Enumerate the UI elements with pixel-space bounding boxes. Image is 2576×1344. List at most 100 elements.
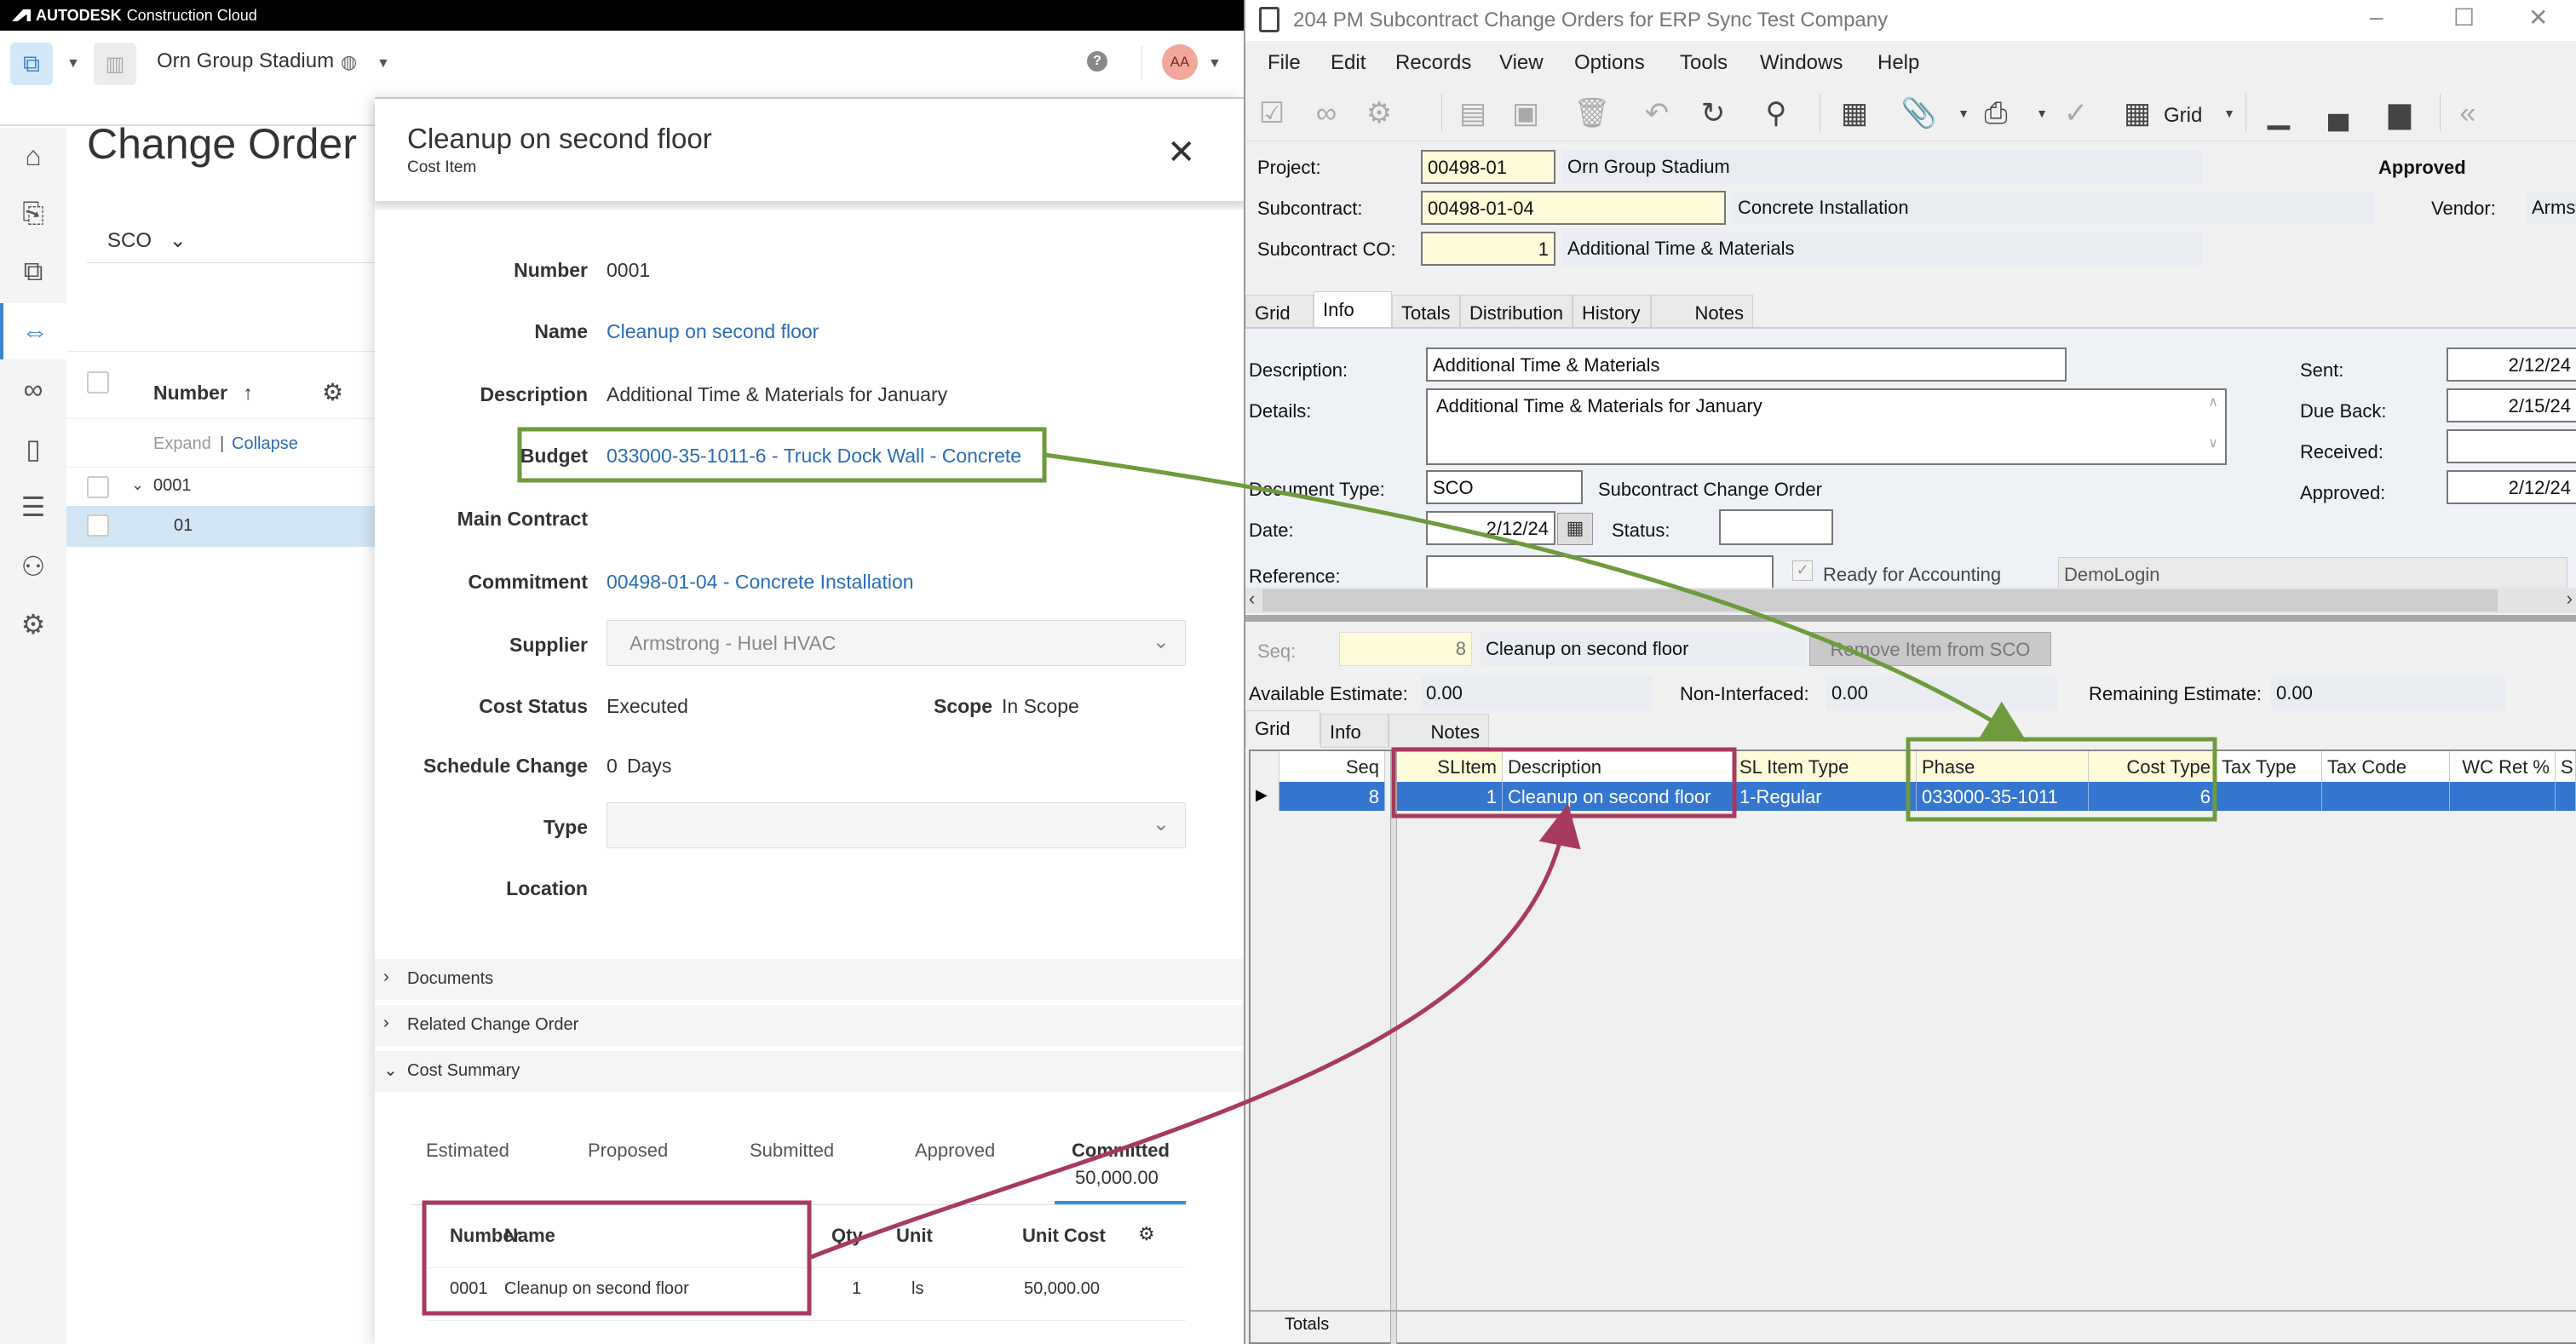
delete-icon[interactable]: 🗑	[1573, 94, 1612, 133]
grid-col-sl-item-type[interactable]: SL Item Type	[1734, 751, 1917, 782]
collapse-link[interactable]: Collapse	[232, 434, 298, 454]
calendar-icon[interactable]: ▦	[1557, 513, 1593, 545]
print-icon[interactable]: ⎙	[1976, 94, 2015, 133]
row-checkbox[interactable]	[87, 514, 109, 537]
settings-icon[interactable]: ⚙	[0, 596, 66, 652]
new-record-icon[interactable]: ▤	[1453, 94, 1492, 133]
change-order-icon[interactable]: ⇔	[0, 303, 66, 359]
column-settings-icon[interactable]: ⚙	[322, 378, 343, 406]
maximize-icon[interactable]: ☐	[2453, 3, 2475, 32]
splitter[interactable]	[1245, 615, 2576, 622]
menu-options[interactable]: Options	[1574, 51, 1645, 75]
grid-cell-cost-type[interactable]: 6	[2089, 782, 2217, 811]
grid-cell-slitem[interactable]: 1	[1397, 782, 1503, 811]
expand-link[interactable]: Expand	[153, 434, 211, 454]
tab-grid[interactable]: Grid	[1245, 295, 1314, 329]
grid-cell-s[interactable]	[2556, 782, 2576, 811]
module-caret-icon[interactable]: ▼	[66, 56, 80, 72]
scrollbar-thumb[interactable]	[1262, 589, 2498, 612]
tab-history[interactable]: History	[1573, 295, 1651, 329]
search-icon[interactable]: ⚲	[1757, 94, 1796, 133]
item-tab-notes[interactable]: Notes	[1389, 714, 1489, 748]
column-header-number[interactable]: Number ↑	[153, 382, 253, 405]
table-settings-icon[interactable]: ⚙	[1138, 1223, 1155, 1245]
grid-view-icon[interactable]: ▦	[2118, 94, 2157, 133]
tab-distribution[interactable]: Distribution	[1460, 295, 1573, 329]
project-caret-icon[interactable]: ▼	[377, 56, 390, 72]
field-value-budget[interactable]: 033000-35-1011-6 - Truck Dock Wall - Con…	[607, 445, 1021, 468]
grid-col-tax-type[interactable]: Tax Type	[2217, 751, 2322, 782]
grid-cell-phase[interactable]: 033000-35-1011	[1917, 782, 2089, 811]
grid-cell-wc-ret[interactable]	[2450, 782, 2556, 811]
user-avatar[interactable]: AA	[1162, 44, 1198, 80]
date-input[interactable]: 2/12/24	[1426, 511, 1555, 545]
menu-records[interactable]: Records	[1395, 51, 1471, 75]
grid-col-tax-code[interactable]: Tax Code	[2322, 751, 2450, 782]
menu-help[interactable]: Help	[1877, 51, 1919, 75]
menu-file[interactable]: File	[1268, 51, 1301, 75]
binoculars-icon[interactable]: ∞	[1307, 94, 1346, 133]
document-icon[interactable]: ▯	[0, 421, 66, 477]
subcontract-code-input[interactable]: 00498-01-04	[1421, 191, 1726, 225]
project-code-input[interactable]: 00498-01	[1421, 150, 1555, 184]
process-icon[interactable]: ⚙	[1360, 94, 1399, 133]
grid-view-label[interactable]: Grid	[2164, 104, 2202, 128]
remove-item-button[interactable]: Remove Item from SCO	[1809, 632, 2051, 666]
close-window-icon[interactable]: ✕	[2528, 3, 2548, 32]
scroll-right-icon[interactable]: ›	[2567, 588, 2573, 610]
home-icon[interactable]: ⌂	[0, 128, 66, 184]
grid-col-phase[interactable]: Phase	[1917, 751, 2089, 782]
avatar-caret-icon[interactable]: ▼	[1208, 56, 1222, 72]
item-tab-grid[interactable]: Grid	[1245, 710, 1320, 746]
cost-tab-submitted[interactable]: Submitted	[750, 1140, 834, 1162]
due-back-input[interactable]: 2/15/24	[2447, 388, 2576, 422]
layout-split-icon[interactable]: ▄	[2319, 94, 2358, 133]
undo-icon[interactable]: ↶	[1637, 94, 1676, 133]
sent-input[interactable]: 2/12/24	[2447, 347, 2576, 382]
spellcheck-icon[interactable]: ✓	[2056, 94, 2096, 133]
layout-full-icon[interactable]: ▆	[2380, 94, 2419, 133]
help-button[interactable]: ?	[1087, 51, 1107, 72]
item-tab-info[interactable]: Info	[1320, 714, 1389, 748]
select-all-checkbox[interactable]	[87, 371, 109, 393]
calculator-icon[interactable]: ▦	[1835, 94, 1874, 133]
cost-tab-approved[interactable]: Approved	[915, 1140, 995, 1162]
horizontal-scrollbar[interactable]: ‹ ›	[1245, 588, 2576, 613]
tab-notes[interactable]: Notes	[1651, 295, 1753, 329]
status-input[interactable]	[1719, 509, 1833, 545]
type-selector[interactable]: SCO ⌄	[107, 228, 187, 253]
seq-input[interactable]: 8	[1339, 632, 1472, 666]
approved-input[interactable]: 2/12/24	[2447, 470, 2576, 504]
menu-edit[interactable]: Edit	[1331, 51, 1366, 75]
reference-input[interactable]	[1426, 555, 1774, 591]
cost-tab-proposed[interactable]: Proposed	[588, 1140, 668, 1162]
project-thumbnail-icon[interactable]: ▥	[94, 43, 136, 85]
ready-for-accounting-checkbox[interactable]: ✓	[1792, 560, 1813, 581]
cost-export-icon[interactable]: ⎘	[0, 186, 66, 242]
scroll-up-icon[interactable]: ∧	[2208, 393, 2218, 411]
cost-tab-estimated[interactable]: Estimated	[426, 1140, 509, 1162]
grid-cell-tax-code[interactable]	[2322, 782, 2450, 811]
grid-col-wc-ret[interactable]: WC Ret %	[2450, 751, 2556, 782]
tab-info[interactable]: Info	[1314, 291, 1392, 329]
module-switcher-button[interactable]: ⧉	[10, 43, 53, 85]
grid-cell-seq[interactable]: 8	[1279, 782, 1385, 811]
tab-totals[interactable]: Totals	[1392, 295, 1460, 329]
document-type-input[interactable]: SCO	[1426, 470, 1583, 504]
collapse-panel-icon[interactable]: «	[2448, 94, 2487, 133]
field-value-name[interactable]: Cleanup on second floor	[607, 320, 819, 343]
list-row-selected[interactable]: 01	[66, 506, 377, 547]
grid-col-s[interactable]: S	[2556, 751, 2576, 782]
grid-col-slitem[interactable]: SLItem	[1397, 751, 1503, 782]
scroll-left-icon[interactable]: ‹	[1249, 588, 1255, 610]
type-select[interactable]: ⌄	[607, 802, 1186, 848]
grid-col-seq[interactable]: Seq	[1279, 751, 1385, 782]
row-indicator-icon[interactable]: ▶	[1251, 782, 1279, 811]
grid-cell-description[interactable]: Cleanup on second floor	[1503, 782, 1734, 811]
close-icon[interactable]: ✕	[1167, 133, 1196, 172]
received-input[interactable]	[2447, 429, 2576, 463]
binoculars-icon[interactable]: ∞	[0, 361, 66, 417]
section-documents[interactable]: › Documents	[375, 959, 1244, 1000]
section-cost-summary[interactable]: ⌄ Cost Summary	[375, 1051, 1244, 1092]
attachment-icon[interactable]: 📎	[1900, 94, 1939, 133]
